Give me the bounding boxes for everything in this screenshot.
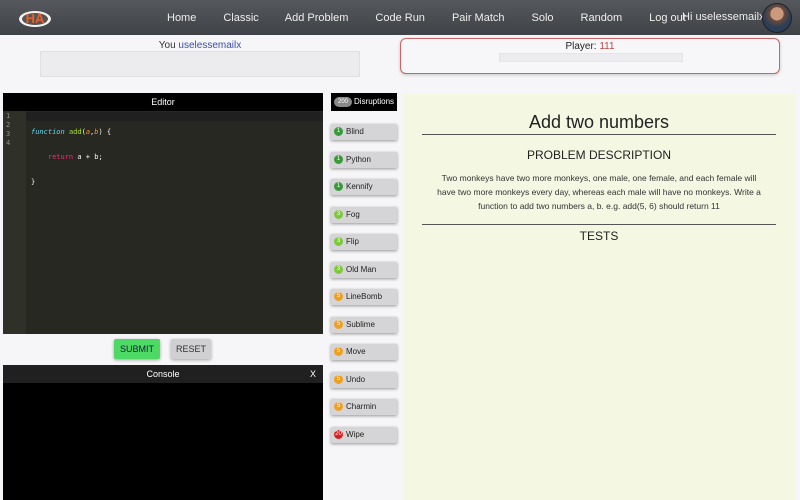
cost-badge: 5 bbox=[334, 292, 343, 302]
cost-badge: 1 bbox=[334, 182, 343, 192]
you-username[interactable]: uselessemailx bbox=[178, 40, 241, 51]
you-progress-box bbox=[40, 51, 360, 77]
user-greeting[interactable]: Hi uselessemailx! bbox=[682, 11, 768, 23]
line-number: 2 bbox=[6, 121, 11, 129]
disruption-flip-button[interactable]: 3 Flip bbox=[331, 234, 397, 250]
nav-random[interactable]: Random bbox=[581, 12, 623, 24]
nav-code-run[interactable]: Code Run bbox=[375, 12, 425, 24]
nav-pair-match[interactable]: Pair Match bbox=[452, 12, 505, 24]
disruption-old-man-button[interactable]: 3 Old Man bbox=[331, 261, 397, 278]
console-panel: Console X bbox=[3, 365, 323, 500]
disruption-python-button[interactable]: 1 Python bbox=[331, 151, 397, 168]
svg-text:HA: HA bbox=[26, 11, 45, 26]
cost-badge: 20 bbox=[334, 429, 343, 439]
disruption-undo-button[interactable]: 5 Undo bbox=[331, 371, 397, 388]
disruption-linebomb-button[interactable]: 5 LineBomb bbox=[331, 289, 397, 305]
disruption-fog-button[interactable]: 3 Fog bbox=[331, 206, 397, 223]
disruptions-label: Disruptions bbox=[354, 97, 395, 106]
nav-home[interactable]: Home bbox=[167, 12, 196, 24]
line-number: 4 bbox=[6, 139, 11, 147]
player-label: Player: 111 bbox=[401, 41, 779, 52]
disruption-move-button[interactable]: 5 Move bbox=[331, 344, 397, 360]
divider bbox=[422, 134, 776, 135]
reset-button[interactable]: RESET bbox=[171, 339, 211, 359]
disruption-label: Charmin bbox=[346, 402, 377, 411]
player-panel: Player: 111 bbox=[400, 38, 780, 74]
disruption-label: Move bbox=[346, 347, 366, 356]
code-content[interactable]: function add(a,b) { return a + b; } bbox=[31, 112, 111, 203]
cost-badge: 5 bbox=[334, 347, 343, 357]
nav-add-problem[interactable]: Add Problem bbox=[285, 12, 349, 24]
code-line: } bbox=[31, 178, 36, 186]
cost-badge: 1 bbox=[334, 127, 343, 137]
problem-description-heading: PROBLEM DESCRIPTION bbox=[526, 148, 672, 162]
cost-badge: 5 bbox=[334, 319, 343, 329]
problem-title: Add two numbers bbox=[528, 112, 670, 132]
disruptions-count-badge: 200 bbox=[334, 96, 353, 107]
console-close-button[interactable]: X bbox=[310, 365, 316, 383]
cost-badge: 5 bbox=[334, 402, 343, 412]
disruption-label: Old Man bbox=[346, 264, 377, 274]
disruption-label: Python bbox=[346, 154, 371, 164]
nav-solo[interactable]: Solo bbox=[532, 12, 554, 24]
problem-panel: Add two numbers PROBLEM DESCRIPTION Two … bbox=[403, 93, 795, 500]
line-number: 3 bbox=[6, 130, 11, 138]
console-header: Console X bbox=[3, 365, 323, 383]
disruptions-header: 200 Disruptions bbox=[331, 93, 397, 111]
line-number: 1 bbox=[6, 112, 11, 120]
disruption-label: Wipe bbox=[346, 429, 365, 439]
player-text: Player: bbox=[565, 41, 597, 52]
disruption-label: Fog bbox=[346, 209, 360, 219]
cost-badge: 1 bbox=[334, 154, 343, 164]
cost-badge: 5 bbox=[334, 374, 343, 384]
cost-badge: 3 bbox=[334, 209, 343, 219]
disruption-label: Blind bbox=[346, 127, 364, 136]
nav-menu: Home Classic Add Problem Code Run Pair M… bbox=[150, 0, 686, 35]
disruption-sublime-button[interactable]: 5 Sublime bbox=[331, 316, 397, 333]
nav-classic[interactable]: Classic bbox=[223, 12, 258, 24]
editor-gutter: 1 2 3 4 bbox=[3, 111, 26, 334]
disruption-label: Undo bbox=[346, 374, 366, 384]
code-line: function add(a,b) { bbox=[31, 128, 112, 136]
disruption-kennify-button[interactable]: 1 Kennify bbox=[331, 179, 397, 195]
logo[interactable]: HA bbox=[18, 3, 52, 31]
editor-title: Editor bbox=[3, 93, 323, 111]
cost-badge: 3 bbox=[334, 264, 343, 274]
disruption-label: LineBomb bbox=[346, 292, 383, 301]
disruption-charmin-button[interactable]: 5 Charmin bbox=[331, 399, 397, 415]
console-title: Console bbox=[146, 369, 180, 379]
code-editor[interactable]: Editor 1 2 3 4 function add(a,b) { retur… bbox=[3, 93, 323, 334]
tests-heading: TESTS bbox=[579, 229, 619, 243]
problem-description: Two monkeys have two more monkeys, one m… bbox=[437, 173, 761, 211]
disruption-label: Sublime bbox=[346, 319, 375, 329]
disruption-label: Kennify bbox=[346, 182, 373, 191]
avatar[interactable] bbox=[762, 3, 792, 33]
logo-icon: HA bbox=[19, 11, 51, 27]
code-line: return a + b; bbox=[47, 153, 103, 161]
you-text: You bbox=[158, 40, 176, 51]
nav-logout[interactable]: Log out bbox=[649, 12, 686, 24]
submit-button[interactable]: SUBMIT bbox=[114, 339, 160, 359]
divider bbox=[422, 224, 776, 225]
disruption-wipe-button[interactable]: 20 Wipe bbox=[331, 426, 397, 443]
you-label: You uselessemailx bbox=[40, 40, 360, 51]
disruption-blind-button[interactable]: 1 Blind bbox=[331, 124, 397, 140]
player-progress-bar bbox=[499, 53, 683, 62]
player-value: 111 bbox=[599, 41, 615, 52]
cost-badge: 3 bbox=[334, 237, 343, 247]
disruption-label: Flip bbox=[346, 237, 359, 246]
navbar: HA Home Classic Add Problem Code Run Pai… bbox=[0, 0, 800, 35]
